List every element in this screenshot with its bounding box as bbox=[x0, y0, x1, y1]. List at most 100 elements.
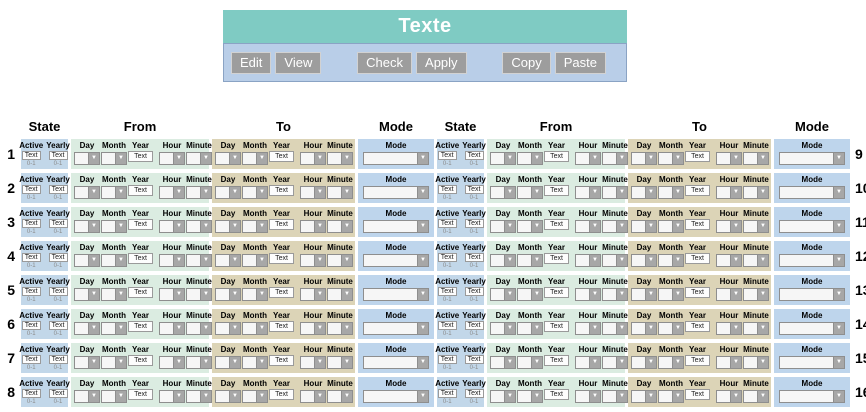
from-month-select[interactable]: ▼ bbox=[101, 356, 127, 369]
to-minute-select[interactable]: ▼ bbox=[743, 152, 769, 165]
mode-select[interactable]: ▼ bbox=[779, 186, 845, 199]
to-day-select[interactable]: ▼ bbox=[631, 186, 657, 199]
to-hour-select[interactable]: ▼ bbox=[300, 322, 326, 335]
to-hour-select[interactable]: ▼ bbox=[716, 186, 742, 199]
to-day-select[interactable]: ▼ bbox=[631, 152, 657, 165]
from-hour-select[interactable]: ▼ bbox=[575, 288, 601, 301]
yearly-input[interactable] bbox=[49, 321, 68, 330]
from-month-select[interactable]: ▼ bbox=[101, 390, 127, 403]
to-month-select[interactable]: ▼ bbox=[242, 254, 268, 267]
to-year-input[interactable] bbox=[269, 253, 294, 264]
mode-select[interactable]: ▼ bbox=[779, 356, 845, 369]
from-year-input[interactable] bbox=[544, 321, 569, 332]
to-year-input[interactable] bbox=[269, 151, 294, 162]
active-input[interactable] bbox=[22, 151, 41, 160]
active-input[interactable] bbox=[22, 253, 41, 262]
to-day-select[interactable]: ▼ bbox=[215, 322, 241, 335]
from-hour-select[interactable]: ▼ bbox=[575, 254, 601, 267]
to-minute-select[interactable]: ▼ bbox=[327, 322, 353, 335]
from-year-input[interactable] bbox=[544, 185, 569, 196]
from-year-input[interactable] bbox=[544, 151, 569, 162]
from-month-select[interactable]: ▼ bbox=[101, 152, 127, 165]
active-input[interactable] bbox=[438, 321, 457, 330]
from-minute-select[interactable]: ▼ bbox=[602, 390, 628, 403]
to-day-select[interactable]: ▼ bbox=[631, 254, 657, 267]
mode-select[interactable]: ▼ bbox=[363, 254, 429, 267]
from-minute-select[interactable]: ▼ bbox=[602, 356, 628, 369]
from-minute-select[interactable]: ▼ bbox=[186, 322, 212, 335]
yearly-input[interactable] bbox=[465, 389, 484, 398]
from-minute-select[interactable]: ▼ bbox=[602, 322, 628, 335]
to-month-select[interactable]: ▼ bbox=[658, 254, 684, 267]
to-hour-select[interactable]: ▼ bbox=[716, 220, 742, 233]
to-minute-select[interactable]: ▼ bbox=[743, 322, 769, 335]
from-month-select[interactable]: ▼ bbox=[101, 322, 127, 335]
from-year-input[interactable] bbox=[128, 185, 153, 196]
from-minute-select[interactable]: ▼ bbox=[602, 254, 628, 267]
to-minute-select[interactable]: ▼ bbox=[327, 186, 353, 199]
active-input[interactable] bbox=[438, 253, 457, 262]
from-hour-select[interactable]: ▼ bbox=[575, 220, 601, 233]
active-input[interactable] bbox=[22, 287, 41, 296]
yearly-input[interactable] bbox=[49, 253, 68, 262]
to-day-select[interactable]: ▼ bbox=[215, 220, 241, 233]
from-year-input[interactable] bbox=[128, 219, 153, 230]
mode-select[interactable]: ▼ bbox=[779, 220, 845, 233]
mode-select[interactable]: ▼ bbox=[363, 288, 429, 301]
to-day-select[interactable]: ▼ bbox=[631, 390, 657, 403]
from-minute-select[interactable]: ▼ bbox=[602, 186, 628, 199]
from-year-input[interactable] bbox=[128, 389, 153, 400]
to-hour-select[interactable]: ▼ bbox=[300, 390, 326, 403]
from-day-select[interactable]: ▼ bbox=[74, 288, 100, 301]
from-year-input[interactable] bbox=[128, 321, 153, 332]
from-minute-select[interactable]: ▼ bbox=[186, 220, 212, 233]
from-day-select[interactable]: ▼ bbox=[490, 390, 516, 403]
yearly-input[interactable] bbox=[49, 219, 68, 228]
active-input[interactable] bbox=[438, 355, 457, 364]
from-hour-select[interactable]: ▼ bbox=[159, 322, 185, 335]
from-month-select[interactable]: ▼ bbox=[517, 186, 543, 199]
to-hour-select[interactable]: ▼ bbox=[716, 322, 742, 335]
from-year-input[interactable] bbox=[544, 389, 569, 400]
to-month-select[interactable]: ▼ bbox=[242, 322, 268, 335]
yearly-input[interactable] bbox=[465, 287, 484, 296]
to-month-select[interactable]: ▼ bbox=[242, 152, 268, 165]
to-minute-select[interactable]: ▼ bbox=[327, 288, 353, 301]
to-year-input[interactable] bbox=[269, 185, 294, 196]
to-day-select[interactable]: ▼ bbox=[631, 220, 657, 233]
from-year-input[interactable] bbox=[544, 219, 569, 230]
to-hour-select[interactable]: ▼ bbox=[300, 152, 326, 165]
yearly-input[interactable] bbox=[465, 151, 484, 160]
from-day-select[interactable]: ▼ bbox=[490, 322, 516, 335]
active-input[interactable] bbox=[22, 219, 41, 228]
to-minute-select[interactable]: ▼ bbox=[743, 220, 769, 233]
yearly-input[interactable] bbox=[49, 287, 68, 296]
from-year-input[interactable] bbox=[128, 253, 153, 264]
yearly-input[interactable] bbox=[465, 321, 484, 330]
from-minute-select[interactable]: ▼ bbox=[186, 186, 212, 199]
from-year-input[interactable] bbox=[544, 253, 569, 264]
from-month-select[interactable]: ▼ bbox=[101, 186, 127, 199]
mode-select[interactable]: ▼ bbox=[363, 390, 429, 403]
active-input[interactable] bbox=[22, 185, 41, 194]
to-day-select[interactable]: ▼ bbox=[215, 288, 241, 301]
from-day-select[interactable]: ▼ bbox=[74, 152, 100, 165]
from-minute-select[interactable]: ▼ bbox=[186, 254, 212, 267]
to-day-select[interactable]: ▼ bbox=[215, 390, 241, 403]
to-day-select[interactable]: ▼ bbox=[215, 152, 241, 165]
from-month-select[interactable]: ▼ bbox=[517, 254, 543, 267]
active-input[interactable] bbox=[22, 389, 41, 398]
yearly-input[interactable] bbox=[465, 253, 484, 262]
from-minute-select[interactable]: ▼ bbox=[186, 152, 212, 165]
from-month-select[interactable]: ▼ bbox=[517, 220, 543, 233]
to-day-select[interactable]: ▼ bbox=[631, 356, 657, 369]
to-month-select[interactable]: ▼ bbox=[658, 288, 684, 301]
active-input[interactable] bbox=[438, 151, 457, 160]
mode-select[interactable]: ▼ bbox=[779, 254, 845, 267]
to-year-input[interactable] bbox=[269, 321, 294, 332]
to-day-select[interactable]: ▼ bbox=[215, 254, 241, 267]
to-hour-select[interactable]: ▼ bbox=[716, 254, 742, 267]
to-hour-select[interactable]: ▼ bbox=[716, 390, 742, 403]
from-hour-select[interactable]: ▼ bbox=[159, 288, 185, 301]
from-year-input[interactable] bbox=[544, 287, 569, 298]
